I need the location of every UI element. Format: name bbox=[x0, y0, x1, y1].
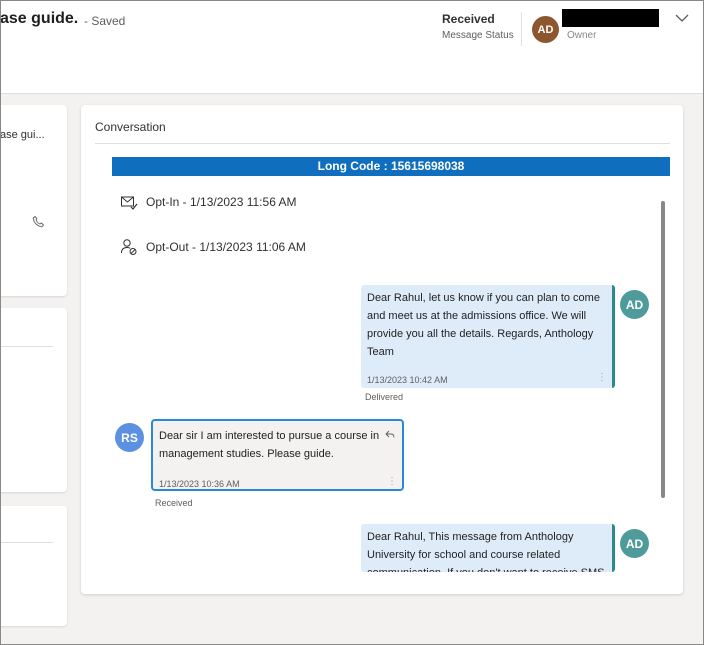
message-status-value: Received bbox=[442, 12, 495, 26]
left-summary-card: ase gui... bbox=[0, 105, 67, 296]
contact-avatar: RS bbox=[115, 423, 144, 452]
message-text-line: University for school and course related bbox=[367, 549, 561, 561]
message-text-line: management studies. Please guide. bbox=[159, 448, 334, 460]
agent-avatar: AD bbox=[620, 290, 649, 319]
message-timestamp: 1/13/2023 10:42 AM bbox=[367, 375, 448, 385]
conversation-divider bbox=[95, 143, 670, 144]
outgoing-message: Dear Rahul, let us know if you can plan … bbox=[361, 285, 615, 388]
opt-in-text: Opt-In - 1/13/2023 11:56 AM bbox=[146, 195, 297, 209]
message-text-line: provide you all the details. Regards, An… bbox=[367, 328, 594, 340]
conversation-scrollbar[interactable] bbox=[661, 201, 665, 498]
agent-avatar: AD bbox=[620, 529, 649, 558]
received-status: Received bbox=[155, 498, 193, 508]
owner-avatar[interactable]: AD bbox=[532, 16, 559, 43]
opt-out-icon bbox=[121, 239, 137, 255]
message-status-label: Message Status bbox=[442, 30, 514, 41]
more-options-icon[interactable]: ⋮ bbox=[597, 369, 607, 387]
opt-in-icon bbox=[121, 196, 138, 210]
message-timestamp: 1/13/2023 10:36 AM bbox=[159, 479, 240, 489]
conversation-title: Conversation bbox=[95, 120, 166, 134]
opt-in-row: Opt-In - 1/13/2023 11:56 AM bbox=[120, 193, 297, 211]
delivery-status: Delivered bbox=[365, 392, 404, 402]
left-card-3 bbox=[0, 506, 67, 626]
left-card-2 bbox=[0, 308, 67, 492]
message-text-line: Dear sir I am interested to pursue a cou… bbox=[159, 430, 380, 442]
opt-out-text: Opt-Out - 1/13/2023 11:06 AM bbox=[146, 240, 306, 254]
record-header: ase guide. - Saved Received Message Stat… bbox=[0, 0, 704, 94]
left-card-text: ase gui... bbox=[0, 129, 45, 141]
record-title: ase guide. bbox=[0, 10, 79, 27]
message-text-line: and meet us at the admissions office. We… bbox=[367, 310, 587, 322]
message-text-line: Dear Rahul, This message from Anthology bbox=[367, 531, 574, 543]
message-text-line: Team bbox=[367, 346, 394, 358]
message-text-line: communication. If you don't want to rece… bbox=[367, 564, 605, 572]
chevron-down-icon[interactable] bbox=[675, 13, 689, 23]
incoming-message[interactable]: Dear sir I am interested to pursue a cou… bbox=[151, 419, 404, 491]
long-code-banner: Long Code : 15615698038 bbox=[112, 157, 670, 176]
reply-icon[interactable] bbox=[385, 429, 395, 439]
owner-label: Owner bbox=[567, 30, 597, 41]
conversation-panel: Conversation Long Code : 15615698038 Opt… bbox=[81, 105, 683, 594]
owner-name-redacted bbox=[562, 9, 659, 27]
left-card-divider bbox=[0, 346, 53, 347]
outgoing-message: Dear Rahul, This message from Anthology … bbox=[361, 524, 615, 572]
left-card-divider bbox=[0, 542, 53, 543]
opt-out-row: Opt-Out - 1/13/2023 11:06 AM bbox=[120, 238, 306, 256]
save-status: - Saved bbox=[84, 14, 126, 28]
more-options-icon[interactable]: ⋮ bbox=[387, 473, 397, 491]
message-text-line: Dear Rahul, let us know if you can plan … bbox=[367, 292, 600, 304]
phone-icon[interactable] bbox=[32, 215, 45, 228]
header-divider bbox=[521, 12, 522, 46]
